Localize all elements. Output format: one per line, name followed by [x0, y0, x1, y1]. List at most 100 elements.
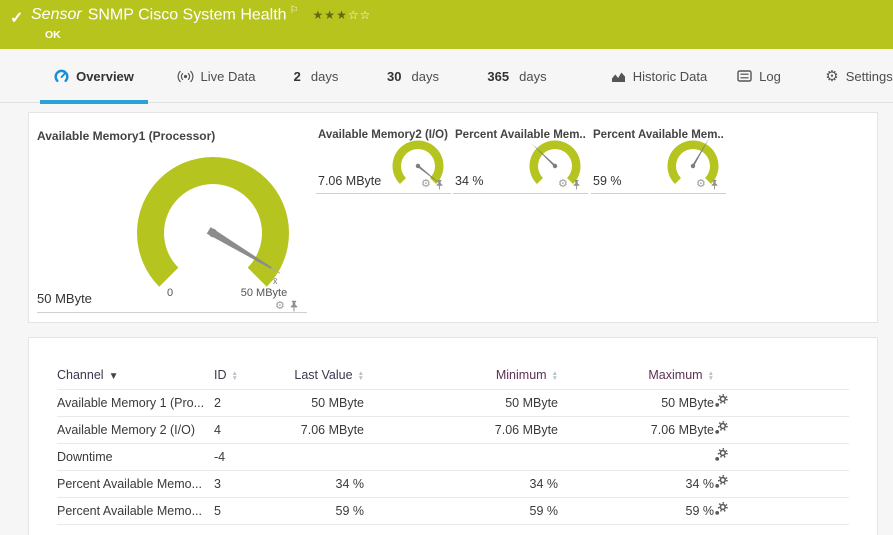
cell-actions	[714, 497, 849, 524]
tab-live-data[interactable]: Live Data	[166, 49, 266, 103]
tile-divider	[37, 312, 307, 313]
cell-minimum	[364, 443, 558, 470]
column-header-channel[interactable]: Channel ▼	[57, 362, 214, 389]
tab-30-days[interactable]: 30 days	[378, 49, 448, 103]
tab-365-days-unit: days	[519, 69, 546, 84]
tile-gear-icon[interactable]: ⚙	[275, 301, 285, 312]
tab-365-days-number: 365	[487, 69, 509, 84]
channel-settings-icon[interactable]	[714, 421, 728, 435]
cell-actions	[714, 416, 849, 443]
pin-icon[interactable]	[435, 179, 444, 190]
column-header-actions	[714, 362, 849, 389]
channel-settings-icon[interactable]	[714, 502, 728, 516]
tab-bar: Overview Live Data 2 days 30 days 365 da…	[0, 49, 893, 103]
tab-historic-data[interactable]: Historic Data	[600, 49, 718, 103]
column-header-id-label: ID	[214, 368, 227, 382]
column-header-channel-label: Channel	[57, 368, 104, 382]
tab-2-days[interactable]: 2 days	[286, 49, 346, 103]
column-header-maximum-label: Maximum	[648, 368, 702, 382]
cell-minimum: 34 %	[364, 470, 558, 497]
tile-gear-icon[interactable]: ⚙	[696, 179, 706, 190]
column-header-last-value-label: Last Value	[294, 368, 352, 382]
cell-maximum	[558, 443, 714, 470]
cell-actions	[714, 443, 849, 470]
average-marker: x̄	[273, 276, 278, 286]
tile-actions: ⚙	[558, 179, 581, 190]
cell-channel: Available Memory 1 (Pro...	[57, 389, 214, 416]
tab-overview[interactable]: Overview	[40, 49, 148, 103]
cell-channel: Downtime	[57, 443, 214, 470]
gauge-title: Available Memory1 (Processor)	[37, 129, 215, 143]
pin-icon[interactable]	[710, 179, 719, 190]
gear-icon: ⚙	[825, 69, 838, 84]
pin-icon[interactable]	[572, 179, 581, 190]
sensor-header: ✓ SensorSNMP Cisco System Health⚐★★★☆☆ O…	[0, 0, 893, 49]
tab-historic-data-label: Historic Data	[633, 69, 707, 84]
cell-id: 3	[214, 470, 274, 497]
tile-actions: ⚙	[275, 300, 299, 312]
priority-stars[interactable]: ★★★☆☆	[313, 8, 372, 22]
stars-empty[interactable]: ☆☆	[348, 8, 372, 22]
channel-settings-icon[interactable]	[714, 394, 728, 408]
table-row[interactable]: Percent Available Memo... 3 34 % 34 % 34…	[57, 470, 849, 497]
tile-gear-icon[interactable]: ⚙	[421, 179, 431, 190]
cell-id: 2	[214, 389, 274, 416]
gauge-current-value: 50 MByte	[37, 291, 92, 306]
cell-maximum: 50 MByte	[558, 389, 714, 416]
tab-log[interactable]: Log	[726, 49, 792, 103]
tab-365-days[interactable]: 365 days	[478, 49, 556, 103]
tab-2-days-number: 2	[294, 69, 301, 84]
channel-settings-icon[interactable]	[714, 448, 728, 462]
tile-divider	[453, 193, 588, 194]
status-check-icon: ✓	[10, 8, 23, 28]
cell-last-value: 59 %	[274, 497, 364, 524]
gauge-tile-percent-available-memory1[interactable]: Percent Available Mem... 34 % ⚙	[453, 121, 588, 199]
table-row[interactable]: Downtime -4	[57, 443, 849, 470]
tile-actions: ⚙	[696, 179, 719, 190]
tile-actions: ⚙	[421, 179, 444, 190]
gauge-current-value: 59 %	[593, 174, 622, 188]
chart-icon	[611, 70, 626, 83]
tab-30-days-unit: days	[412, 69, 439, 84]
status-badge: OK	[45, 29, 61, 41]
cell-channel: Percent Available Memo...	[57, 497, 214, 524]
column-header-last-value[interactable]: Last Value▲▼	[274, 362, 364, 389]
column-header-id[interactable]: ID▲▼	[214, 362, 274, 389]
table-row[interactable]: Available Memory 2 (I/O) 4 7.06 MByte 7.…	[57, 416, 849, 443]
tile-divider	[591, 193, 726, 194]
gauge-scale-min: 0	[155, 287, 185, 299]
stars-filled[interactable]: ★★★	[313, 8, 348, 22]
cell-last-value: 34 %	[274, 470, 364, 497]
cell-channel: Available Memory 2 (I/O)	[57, 416, 214, 443]
cell-maximum: 59 %	[558, 497, 714, 524]
tab-overview-label: Overview	[76, 69, 134, 84]
tile-divider	[316, 193, 451, 194]
cell-minimum: 7.06 MByte	[364, 416, 558, 443]
table-header-row: Channel ▼ ID▲▼ Last Value▲▼ Minimum▲▼ Max…	[57, 362, 849, 389]
tab-settings-label: Settings	[846, 69, 893, 84]
tab-settings[interactable]: ⚙ Settings	[820, 49, 893, 103]
channel-table-panel: Channel ▼ ID▲▼ Last Value▲▼ Minimum▲▼ Max…	[28, 337, 878, 535]
tab-live-data-label: Live Data	[201, 69, 256, 84]
gauge-tile-percent-available-memory2[interactable]: Percent Available Mem... 59 % ⚙	[591, 121, 726, 199]
column-header-minimum[interactable]: Minimum▲▼	[364, 362, 558, 389]
cell-last-value	[274, 443, 364, 470]
sort-desc-icon: ▼	[109, 371, 119, 382]
cell-actions	[714, 470, 849, 497]
sensor-name: SNMP Cisco System Health	[88, 6, 287, 23]
column-header-minimum-label: Minimum	[496, 368, 547, 382]
cell-last-value: 7.06 MByte	[274, 416, 364, 443]
tile-gear-icon[interactable]: ⚙	[558, 179, 568, 190]
column-header-maximum[interactable]: Maximum▲▼	[558, 362, 714, 389]
table-row[interactable]: Percent Available Memo... 5 59 % 59 % 59…	[57, 497, 849, 524]
gauge-tile-available-memory2[interactable]: Available Memory2 (I/O) 7.06 MByte ⚙	[316, 121, 451, 199]
gauge-panel: Available Memory1 (Processor) x̄ 0 50 MB…	[28, 112, 878, 323]
channel-table: Channel ▼ ID▲▼ Last Value▲▼ Minimum▲▼ Max…	[57, 362, 849, 525]
gauge-tile-available-memory1[interactable]: Available Memory1 (Processor) x̄ 0 50 MB…	[37, 121, 315, 317]
table-row[interactable]: Available Memory 1 (Pro... 2 50 MByte 50…	[57, 389, 849, 416]
flag-icon[interactable]: ⚐	[290, 5, 299, 16]
cell-maximum: 7.06 MByte	[558, 416, 714, 443]
pin-icon[interactable]	[289, 300, 299, 312]
channel-settings-icon[interactable]	[714, 475, 728, 489]
sensor-title: SensorSNMP Cisco System Health⚐★★★☆☆	[31, 5, 371, 24]
